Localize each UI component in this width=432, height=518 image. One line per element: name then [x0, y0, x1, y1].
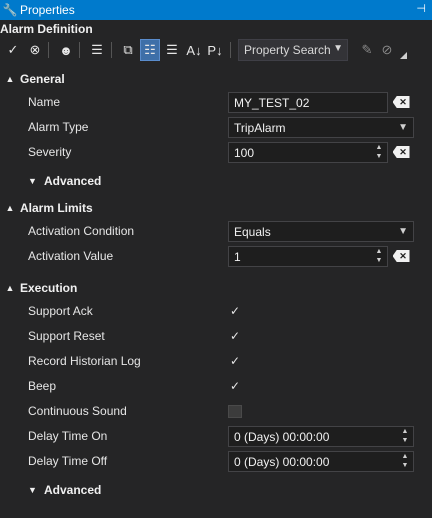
panel-header: Alarm Definition — [0, 22, 93, 36]
chevron-down-icon: ▼ — [398, 122, 408, 133]
list-icon[interactable]: ☰ — [87, 39, 107, 61]
activation-condition-select[interactable]: Equals ▼ — [228, 221, 414, 242]
delay-time-off-stepper[interactable]: 0 (Days) 00:00:00 ▲ ▼ — [228, 451, 414, 472]
section-alarm-limits[interactable]: ▲ Alarm Limits — [0, 198, 432, 218]
continuous-sound-checkbox[interactable] — [228, 405, 242, 418]
property-row-beep: Beep ✓ — [0, 374, 432, 399]
pin-icon[interactable]: ⊣ — [416, 2, 426, 15]
property-icon[interactable]: P↓ — [205, 39, 225, 61]
cancel-circle-icon[interactable]: ⊗ — [25, 39, 45, 61]
section-title: General — [20, 72, 65, 86]
severity-stepper[interactable]: 100 ▲ ▼ — [228, 142, 388, 163]
name-input[interactable]: MY_TEST_02 — [228, 92, 388, 113]
property-row-support-ack: Support Ack ✓ — [0, 299, 432, 324]
property-label: Beep — [28, 379, 57, 393]
property-search-dropdown[interactable]: Property Search ▼ — [238, 39, 348, 61]
property-label: Alarm Type — [28, 120, 89, 134]
delay-time-on-value: 0 (Days) 00:00:00 — [234, 429, 330, 444]
window-title: Properties — [20, 3, 75, 17]
checkmark-icon[interactable]: ✓ — [3, 39, 23, 61]
toolbar-separator — [48, 42, 49, 58]
toolbar: ✓ ⊗ ☻ ☰ ⧉ ☷ ☰ A↓ P↓ Property Search ▼ ✎ … — [0, 38, 432, 64]
chevron-down-icon: ▼ — [333, 43, 343, 54]
wrench-icon: 🔧 — [2, 3, 18, 17]
spinner-icon[interactable]: ▲ ▼ — [374, 144, 384, 161]
spinner-icon[interactable]: ▲ ▼ — [400, 428, 410, 445]
property-label: Activation Value — [28, 249, 114, 263]
clear-icon: ✕ — [392, 250, 410, 262]
activation-value: 1 — [234, 249, 241, 264]
toolbar-separator — [79, 42, 80, 58]
alarm-type-value: TripAlarm — [234, 120, 286, 135]
property-label: Activation Condition — [28, 224, 135, 238]
toolbar-separator — [111, 42, 112, 58]
subsection-advanced-execution[interactable]: ▼ Advanced — [28, 480, 101, 500]
spinner-icon[interactable]: ▲ ▼ — [400, 453, 410, 470]
expand-arrow-icon: ▼ — [28, 485, 37, 495]
support-reset-checkbox[interactable]: ✓ — [228, 330, 242, 343]
property-row-record-historian-log: Record Historian Log ✓ — [0, 349, 432, 374]
property-label: Severity — [28, 145, 72, 159]
property-row-support-reset: Support Reset ✓ — [0, 324, 432, 349]
clear-value-button[interactable]: ✕ — [392, 94, 410, 110]
clear-value-button[interactable]: ✕ — [392, 144, 410, 160]
collapse-arrow-icon: ▲ — [5, 74, 15, 84]
property-label: Continuous Sound — [28, 404, 127, 418]
support-ack-checkbox[interactable]: ✓ — [228, 305, 242, 318]
property-label: Name — [28, 95, 61, 109]
section-title: Alarm Limits — [20, 201, 93, 215]
alphabetical-list-icon[interactable]: ☰ — [162, 39, 182, 61]
sort-az-icon[interactable]: A↓ — [184, 39, 204, 61]
property-row-severity: Severity 100 ▲ ▼ ✕ — [0, 140, 432, 165]
section-execution[interactable]: ▲ Execution — [0, 278, 432, 298]
property-row-activation-value: Activation Value 1 ▲ ▼ ✕ — [0, 244, 432, 269]
delay-time-off-value: 0 (Days) 00:00:00 — [234, 454, 330, 469]
property-label: Delay Time Off — [28, 454, 108, 468]
property-row-activation-condition: Activation Condition Equals ▼ — [0, 219, 432, 244]
subsection-advanced-general[interactable]: ▼ Advanced — [28, 171, 101, 191]
activation-value-stepper[interactable]: 1 ▲ ▼ — [228, 246, 388, 267]
property-row-alarm-type: Alarm Type TripAlarm ▼ — [0, 115, 432, 140]
toolbar-separator — [230, 42, 231, 58]
copy-icon[interactable]: ⧉ — [118, 39, 138, 61]
window-titlebar: 🔧 Properties ⊣ — [0, 0, 432, 20]
collapse-arrow-icon: ▲ — [5, 283, 15, 293]
clear-icon: ✕ — [392, 146, 410, 158]
resize-grip-icon[interactable] — [400, 52, 407, 59]
section-title: Execution — [20, 281, 78, 295]
alarm-type-select[interactable]: TripAlarm ▼ — [228, 117, 414, 138]
subsection-title: Advanced — [44, 483, 102, 497]
clear-icon[interactable]: ⊘ — [377, 39, 397, 61]
property-row-continuous-sound: Continuous Sound — [0, 399, 432, 424]
clear-value-button[interactable]: ✕ — [392, 248, 410, 264]
property-search-label: Property Search — [244, 43, 331, 57]
section-general[interactable]: ▲ General — [0, 69, 432, 89]
activation-condition-value: Equals — [234, 224, 271, 239]
property-row-name: Name MY_TEST_02 ✕ — [0, 90, 432, 115]
property-label: Delay Time On — [28, 429, 108, 443]
chevron-down-icon: ▼ — [398, 226, 408, 237]
record-historian-log-checkbox[interactable]: ✓ — [228, 355, 242, 368]
delay-time-on-stepper[interactable]: 0 (Days) 00:00:00 ▲ ▼ — [228, 426, 414, 447]
spinner-icon[interactable]: ▲ ▼ — [374, 248, 384, 265]
categorized-icon[interactable]: ☷ — [140, 39, 160, 61]
property-label: Support Ack — [28, 304, 93, 318]
clear-icon: ✕ — [392, 96, 410, 108]
property-label: Record Historian Log — [28, 354, 141, 368]
severity-value: 100 — [234, 145, 255, 160]
property-label: Support Reset — [28, 329, 105, 343]
smiley-icon[interactable]: ☻ — [56, 39, 76, 61]
subsection-title: Advanced — [44, 174, 102, 188]
property-row-delay-time-off: Delay Time Off 0 (Days) 00:00:00 ▲ ▼ — [0, 449, 432, 474]
property-row-delay-time-on: Delay Time On 0 (Days) 00:00:00 ▲ ▼ — [0, 424, 432, 449]
pin-icon[interactable]: ✎ — [357, 39, 377, 61]
beep-checkbox[interactable]: ✓ — [228, 380, 242, 393]
collapse-arrow-icon: ▲ — [5, 203, 15, 213]
name-value: MY_TEST_02 — [234, 95, 310, 110]
expand-arrow-icon: ▼ — [28, 176, 37, 186]
